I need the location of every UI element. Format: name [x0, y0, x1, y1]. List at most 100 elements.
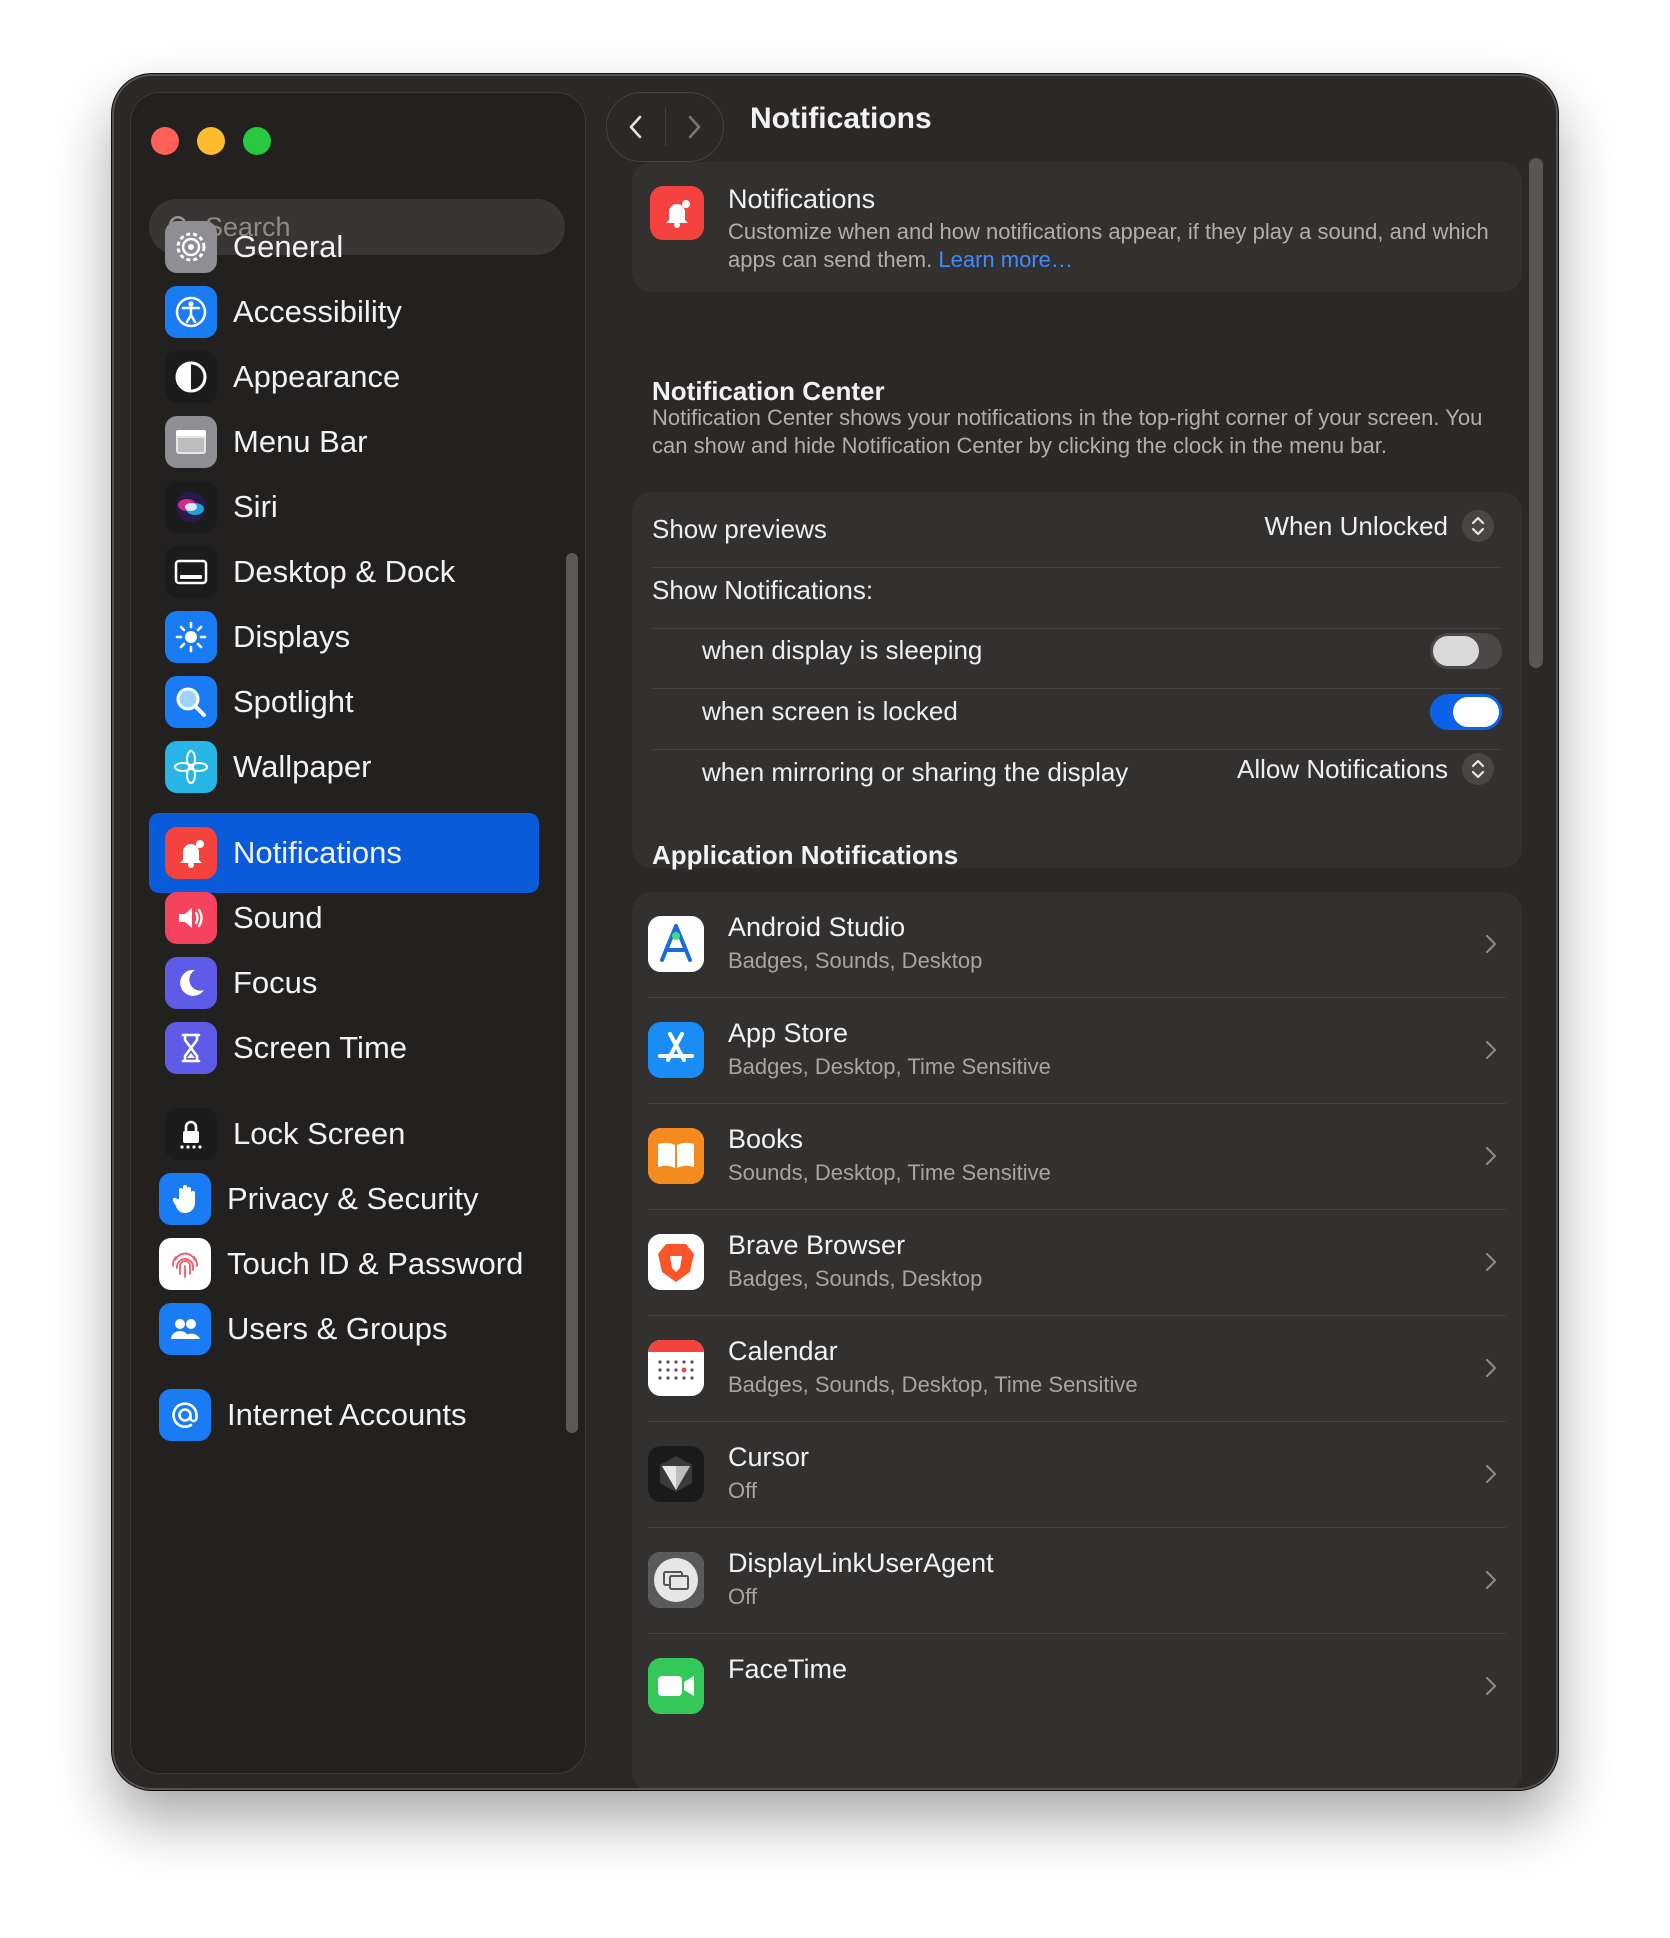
sidebar-item-label: Users & Groups	[227, 1311, 448, 1346]
app-name: Books	[728, 1124, 804, 1154]
application-list: Android Studio Badges, Sounds, Desktop A…	[632, 892, 1522, 1788]
chevron-right-icon	[1485, 1252, 1497, 1272]
app-summary: Badges, Sounds, Desktop, Time Sensitive	[728, 1372, 1138, 1397]
app-row-android-studio[interactable]: Android Studio Badges, Sounds, Desktop	[632, 892, 1522, 998]
display-sleeping-toggle[interactable]	[1430, 633, 1502, 669]
app-row-cursor[interactable]: Cursor Off	[632, 1422, 1522, 1528]
users-icon	[159, 1303, 211, 1355]
chevron-up-down-icon	[1462, 510, 1494, 542]
show-previews-select[interactable]: When Unlocked	[1264, 510, 1494, 542]
learn-more-link[interactable]: Learn more…	[938, 247, 1073, 272]
page-title: Notifications	[750, 102, 932, 135]
sidebar-item-wallpaper[interactable]: Wallpaper	[149, 727, 539, 807]
sidebar-item-label: Displays	[233, 619, 351, 654]
sidebar-item-label: Spotlight	[233, 684, 354, 719]
sidebar-item-screen-time[interactable]: Screen Time	[149, 1008, 539, 1088]
sidebar-item-label: Appearance	[233, 359, 401, 394]
app-row-books[interactable]: Books Sounds, Desktop, Time Sensitive	[632, 1104, 1522, 1210]
chevron-right-icon	[1485, 934, 1497, 954]
app-row-calendar[interactable]: Calendar Badges, Sounds, Desktop, Time S…	[632, 1316, 1522, 1422]
sidebar-item-label: Lock Screen	[233, 1116, 406, 1151]
show-previews-value: When Unlocked	[1264, 510, 1448, 541]
mirroring-value: Allow Notifications	[1237, 753, 1448, 784]
chevron-right-icon	[1485, 1358, 1497, 1378]
toggle-knob	[1433, 636, 1479, 666]
sidebar-scrollbar[interactable]	[561, 283, 579, 1763]
intro-description: Customize when and how notifications app…	[728, 218, 1508, 274]
sun-icon	[165, 611, 217, 663]
at-icon	[159, 1389, 211, 1441]
brave-icon	[648, 1234, 704, 1290]
mirroring-label: when mirroring or sharing the display	[702, 757, 1129, 787]
app-row-brave-browser[interactable]: Brave Browser Badges, Sounds, Desktop	[632, 1210, 1522, 1316]
app-name: FaceTime	[728, 1654, 848, 1684]
app-summary: Badges, Sounds, Desktop	[728, 1266, 983, 1291]
app-name: DisplayLinkUserAgent	[728, 1548, 994, 1578]
sidebar-item-label: Screen Time	[233, 1030, 408, 1065]
app-summary: Badges, Desktop, Time Sensitive	[728, 1054, 1051, 1079]
displaylink-icon	[648, 1552, 704, 1608]
sidebar-scrollbar-thumb[interactable]	[566, 553, 578, 1433]
history-navigation	[606, 92, 724, 162]
sidebar-item-label: Desktop & Dock	[233, 554, 456, 589]
close-window-button[interactable]	[151, 127, 179, 155]
sidebar-item-label: Touch ID & Password	[227, 1246, 524, 1281]
app-summary: Sounds, Desktop, Time Sensitive	[728, 1160, 1051, 1185]
display-sleeping-label: when display is sleeping	[702, 635, 983, 665]
app-summary: Badges, Sounds, Desktop	[728, 948, 983, 973]
forward-button[interactable]	[665, 93, 723, 161]
moon-icon	[165, 957, 217, 1009]
sidebar-item-label: Accessibility	[233, 294, 402, 329]
chevron-left-icon	[629, 115, 642, 139]
zoom-window-button[interactable]	[243, 127, 271, 155]
sidebar-item-label: Internet Accounts	[227, 1397, 467, 1432]
sidebar-item-label: Focus	[233, 965, 318, 1000]
android-studio-icon	[648, 916, 704, 972]
intro-description-text: Customize when and how notifications app…	[728, 219, 1489, 272]
siri-icon	[165, 481, 217, 533]
books-icon	[648, 1128, 704, 1184]
main-scrollbar[interactable]	[1524, 158, 1546, 1778]
main-content: Notifications Customize when and how not…	[622, 162, 1536, 1788]
screen-locked-toggle[interactable]	[1430, 694, 1502, 730]
app-name: App Store	[728, 1018, 849, 1048]
show-previews-label: Show previews	[652, 514, 827, 544]
bell-icon	[165, 827, 217, 879]
gear-icon	[165, 221, 217, 273]
facetime-icon	[648, 1658, 704, 1714]
toggle-knob	[1453, 697, 1499, 727]
chevron-right-icon	[1485, 1570, 1497, 1590]
sidebar-item-label: Sound	[233, 900, 323, 935]
sidebar-item-label: General	[233, 229, 344, 264]
application-notifications-heading: Application Notifications	[652, 840, 959, 870]
mirroring-select[interactable]: Allow Notifications	[1237, 753, 1494, 785]
sidebar-item-label: Notifications	[233, 835, 402, 870]
sidebar-item-label: Privacy & Security	[227, 1181, 479, 1216]
app-name: Android Studio	[728, 912, 906, 942]
app-name: Cursor	[728, 1442, 810, 1472]
back-button[interactable]	[607, 93, 665, 161]
sidebar: Search General Accessibility Appearance	[130, 92, 586, 1774]
accessibility-icon	[165, 286, 217, 338]
sidebar-item-internet-accounts[interactable]: Internet Accounts	[149, 1375, 539, 1455]
settings-window: Search General Accessibility Appearance	[112, 74, 1558, 1790]
bell-icon	[650, 186, 704, 240]
app-row-displaylink[interactable]: DisplayLinkUserAgent Off	[632, 1528, 1522, 1634]
main-scrollbar-thumb[interactable]	[1529, 158, 1543, 668]
minimize-window-button[interactable]	[197, 127, 225, 155]
intro-card: Notifications Customize when and how not…	[632, 162, 1522, 292]
app-summary: Off	[728, 1584, 757, 1609]
app-name: Calendar	[728, 1336, 838, 1366]
hand-icon	[159, 1173, 211, 1225]
screen-locked-label: when screen is locked	[702, 696, 958, 726]
menu-bar-icon	[165, 416, 217, 468]
sidebar-item-users-groups[interactable]: Users & Groups	[149, 1289, 539, 1369]
appearance-icon	[165, 351, 217, 403]
notification-center-description: Notification Center shows your notificat…	[652, 405, 1483, 458]
app-row-app-store[interactable]: App Store Badges, Desktop, Time Sensitiv…	[632, 998, 1522, 1104]
calendar-icon	[648, 1340, 704, 1396]
app-row-facetime[interactable]: FaceTime	[632, 1634, 1522, 1740]
app-name: Brave Browser	[728, 1230, 906, 1260]
sidebar-item-label: Menu Bar	[233, 424, 368, 459]
magnifier-icon	[165, 676, 217, 728]
